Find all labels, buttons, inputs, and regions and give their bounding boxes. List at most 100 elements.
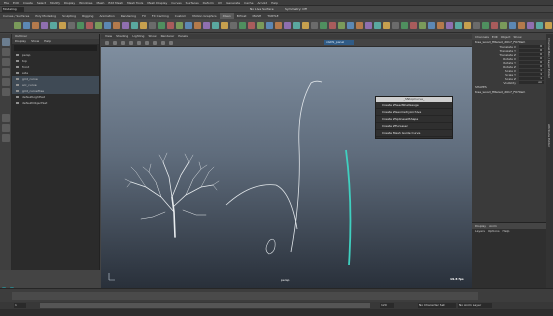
live-surface-label[interactable]: No Live Surface <box>250 7 274 12</box>
shelf-tool-icon[interactable] <box>518 22 525 29</box>
camera-icon[interactable] <box>105 41 109 45</box>
shelf-tool-icon[interactable] <box>248 22 255 29</box>
shelf-tool-icon[interactable] <box>266 22 273 29</box>
layer-menu-item[interactable]: Help <box>503 229 510 233</box>
shelf-tool-icon[interactable] <box>221 22 228 29</box>
range-end-field[interactable]: 120 <box>380 303 394 308</box>
channel-box-menu-item[interactable]: Show <box>513 35 521 39</box>
shelf-tool-icon[interactable] <box>356 22 363 29</box>
channel-box-side-tab[interactable]: Channel Box / Layer Editor <box>547 38 551 78</box>
shelf-tool-icon[interactable] <box>545 22 552 29</box>
shelf-tool-icon[interactable] <box>464 22 471 29</box>
shelf-tool-icon[interactable] <box>68 22 75 29</box>
time-slider[interactable] <box>12 292 478 300</box>
outliner-menu-item[interactable]: Display <box>15 39 26 43</box>
shelf-tool-icon[interactable] <box>149 22 156 29</box>
outliner-item[interactable]: defaultObjectSet <box>12 100 99 106</box>
range-start-field[interactable]: 1 <box>14 303 26 308</box>
shelf-tool-icon[interactable] <box>500 22 507 29</box>
shelf-tool-icon[interactable] <box>536 22 543 29</box>
isolate-icon[interactable] <box>161 41 165 45</box>
range-slider[interactable] <box>40 303 370 308</box>
shelf-tool-icon[interactable] <box>527 22 534 29</box>
shelf-tool-icon[interactable] <box>176 22 183 29</box>
shelf-tool-icon[interactable] <box>311 22 318 29</box>
layer-editor-tab[interactable]: Anim <box>489 224 497 228</box>
layer-menu-item[interactable]: Layers <box>475 229 485 233</box>
shelf-tool-icon[interactable] <box>239 22 246 29</box>
shelf-tool-icon[interactable] <box>113 22 120 29</box>
shelf-tool-icon[interactable] <box>329 22 336 29</box>
scale-tool-icon[interactable] <box>2 88 10 96</box>
channel-box-menu-item[interactable]: Edit <box>492 35 498 39</box>
shelf-tool-icon[interactable] <box>455 22 462 29</box>
move-tool-icon[interactable] <box>2 68 10 76</box>
shelf-tool-icon[interactable] <box>131 22 138 29</box>
shelf-tool-icon[interactable] <box>293 22 300 29</box>
shelf-tool-icon[interactable] <box>491 22 498 29</box>
shelf-tool-icon[interactable] <box>86 22 93 29</box>
shelf-tool-icon[interactable] <box>302 22 309 29</box>
smooth-shade-icon[interactable] <box>129 41 133 45</box>
channel-box-menu-item[interactable]: Channels <box>475 35 489 39</box>
rotate-tool-icon[interactable] <box>2 78 10 86</box>
shelf-tool-icon[interactable] <box>41 22 48 29</box>
channel-attribute-name[interactable]: Visibility <box>503 81 516 85</box>
layer-menu-item[interactable]: Options <box>488 229 500 233</box>
popup-option[interactable]: Create ZGeometryArchive <box>376 109 452 116</box>
viewport-menu-item[interactable]: View <box>105 34 112 38</box>
shelf-tool-icon[interactable] <box>419 22 426 29</box>
shape-name[interactable]: tree_wood_filtered_2017_F079sm <box>472 90 546 95</box>
shelf-tool-icon[interactable] <box>509 22 516 29</box>
panel-name-field[interactable]: xGDS_panel <box>324 40 354 45</box>
popup-option[interactable]: Create ZSplinesetShape <box>376 116 452 123</box>
shelf-tool-icon[interactable] <box>446 22 453 29</box>
shelf-tool-icon[interactable] <box>158 22 165 29</box>
shelf-tool-icon[interactable] <box>23 22 30 29</box>
shelf-tool-icon[interactable] <box>203 22 210 29</box>
anim-layer-field[interactable]: No Anim Layer <box>458 303 492 308</box>
shelf-tool-icon[interactable] <box>230 22 237 29</box>
shelf-tool-icon[interactable] <box>140 22 147 29</box>
viewport-menu-item[interactable]: Panels <box>178 34 188 38</box>
shelf-tool-icon[interactable] <box>275 22 282 29</box>
shelf-tool-icon[interactable] <box>392 22 399 29</box>
popup-option[interactable]: Create ZFurLaser <box>376 123 452 130</box>
layout-single-icon[interactable] <box>2 114 10 122</box>
shelf-tool-icon[interactable] <box>482 22 489 29</box>
shelf-tool-icon[interactable] <box>95 22 102 29</box>
shelf-tool-icon[interactable] <box>410 22 417 29</box>
xray-icon[interactable] <box>169 41 173 45</box>
shelf-tool-icon[interactable] <box>257 22 264 29</box>
shelf-tool-icon[interactable] <box>185 22 192 29</box>
shelf-tool-icon[interactable] <box>428 22 435 29</box>
popup-option[interactable]: Create Mesh Guide Curve <box>376 130 452 137</box>
command-line[interactable] <box>0 309 553 316</box>
shelf-tool-icon[interactable] <box>365 22 372 29</box>
attribute-editor-side-tab[interactable]: Attribute Editor <box>547 124 551 147</box>
viewport-menu-item[interactable]: Renderer <box>161 34 175 38</box>
shelf-tool-icon[interactable] <box>473 22 480 29</box>
outliner-search-field[interactable] <box>14 45 97 51</box>
viewport-menu-item[interactable]: Lighting <box>132 34 144 38</box>
viewport-menu-item[interactable]: Show <box>148 34 156 38</box>
shelf-tool-icon[interactable] <box>104 22 111 29</box>
lasso-tool-icon[interactable] <box>2 48 10 56</box>
shelf-tool-icon[interactable] <box>167 22 174 29</box>
textured-icon[interactable] <box>137 41 141 45</box>
shelf-tool-icon[interactable] <box>122 22 129 29</box>
character-set-field[interactable]: No Character Set <box>418 303 456 308</box>
channel-box-menu-item[interactable]: Object <box>501 35 511 39</box>
shelf-tool-icon[interactable] <box>338 22 345 29</box>
channel-attribute-value[interactable]: on <box>519 81 544 84</box>
popup-option[interactable]: Create ZSeedShelGauge <box>376 102 452 109</box>
shelf-tool-icon[interactable] <box>347 22 354 29</box>
workspace-dropdown[interactable]: Modeling <box>2 7 24 12</box>
layer-editor-tab[interactable]: Display <box>475 224 486 228</box>
lights-icon[interactable] <box>145 41 149 45</box>
shelf-tool-icon[interactable] <box>383 22 390 29</box>
viewport-menu-item[interactable]: Shading <box>116 34 128 38</box>
shelf-tool-icon[interactable] <box>194 22 201 29</box>
shelf-tool-icon[interactable] <box>284 22 291 29</box>
outliner-menu-item[interactable]: Show <box>31 39 39 43</box>
